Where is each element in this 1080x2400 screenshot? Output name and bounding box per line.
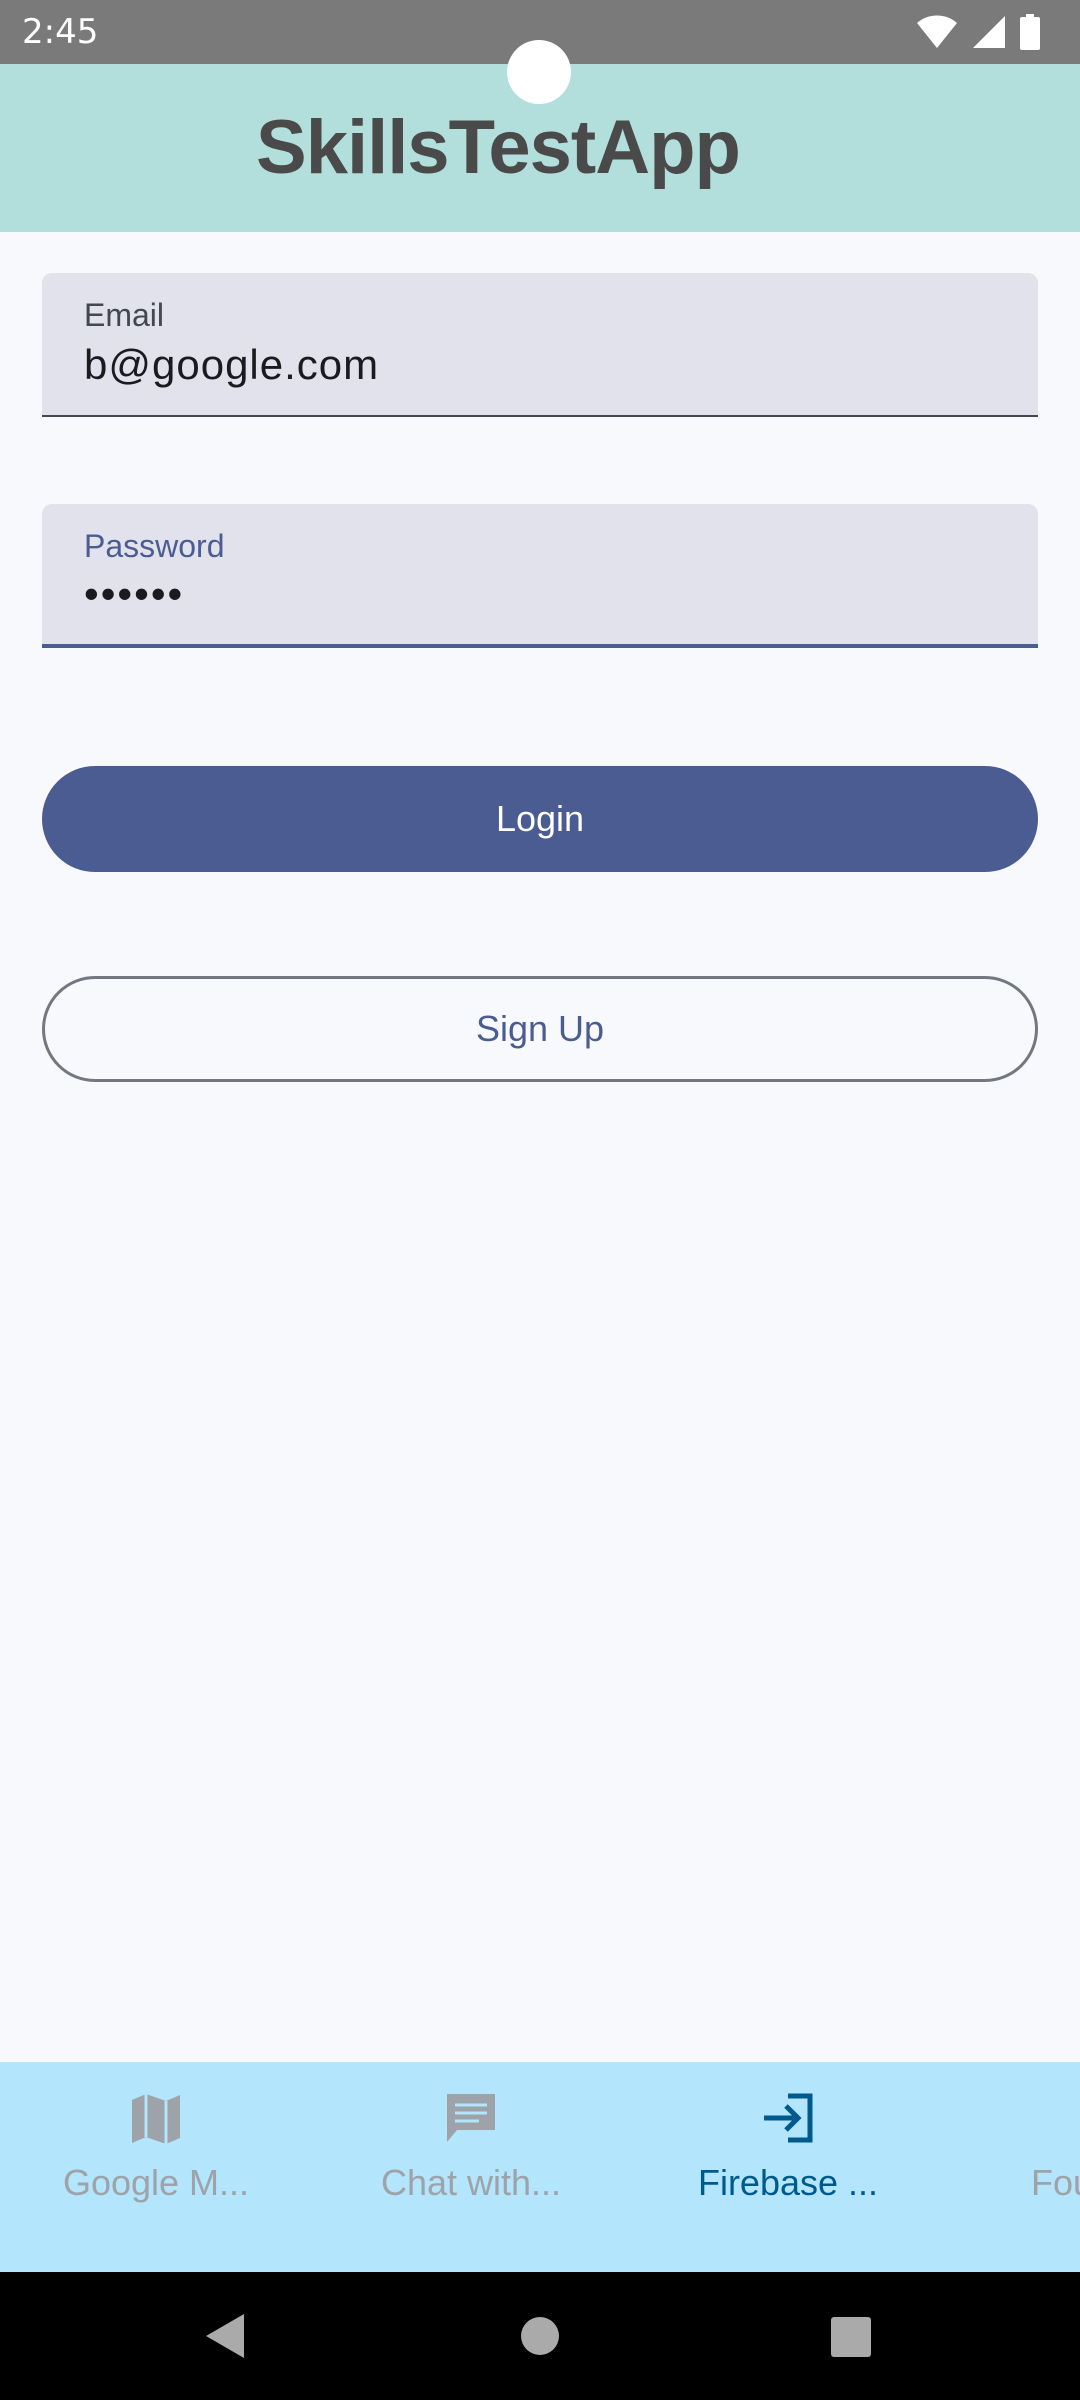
system-navigation-bar [0,2272,1080,2400]
email-field[interactable]: Email b@google.com [42,273,1038,417]
home-icon[interactable] [520,2316,560,2356]
nav-label-firebase: Firebase ... [697,2162,879,2203]
chat-icon [447,2094,495,2142]
recents-icon[interactable] [830,2316,872,2358]
status-icons [916,12,1040,52]
password-label: Password [84,528,225,564]
nav-item-google-maps[interactable]: Google M... [26,2062,286,2272]
login-button-label: Login [495,798,585,839]
password-field[interactable]: Password •••••• [42,504,1038,648]
wifi-icon [917,15,957,48]
camera-cutout [507,40,571,104]
battery-icon [1020,14,1040,50]
map-icon [132,2094,180,2144]
status-time: 2:45 [22,12,99,52]
nav-label-chat: Chat with... [380,2162,562,2203]
nav-label-google-maps: Google M... [62,2162,250,2203]
bottom-navigation: Google M... Chat with... Firebase ... Fo… [0,2062,1080,2272]
nav-item-four[interactable]: Four [938,2062,1080,2272]
email-value: b@google.com [84,341,380,388]
login-icon [764,2093,813,2143]
password-value: •••••• [84,570,185,617]
login-button[interactable]: Login [42,766,1038,872]
more-icon [1038,2088,1080,2148]
signup-button[interactable]: Sign Up [42,976,1038,1082]
nav-item-chat[interactable]: Chat with... [341,2062,601,2272]
cell-signal-icon [973,16,1005,48]
email-label: Email [84,297,165,333]
app-title: SkillsTestApp [256,105,741,190]
back-icon[interactable] [204,2312,246,2360]
nav-item-firebase[interactable]: Firebase ... [658,2062,918,2272]
signup-button-label: Sign Up [475,1008,605,1049]
nav-label-four: Four [1030,2162,1080,2203]
